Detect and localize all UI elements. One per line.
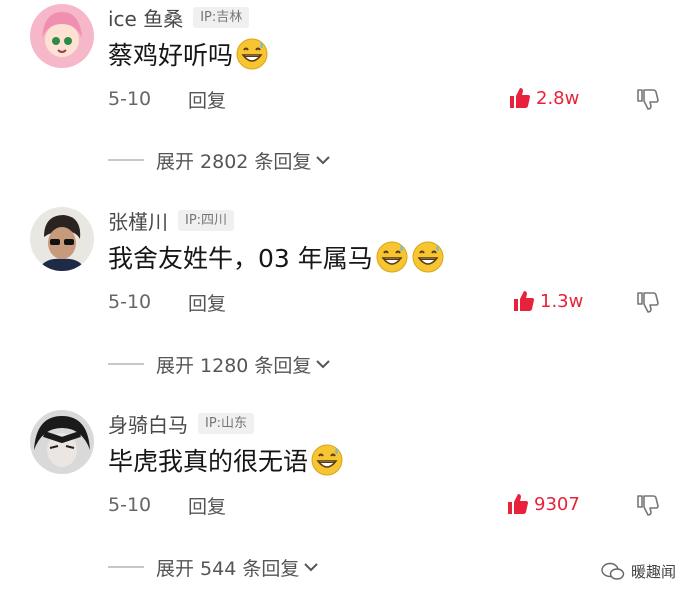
comment-item: 身骑白马 IP:山东 毕虎我真的很无语 5-10 回复 9307 展开 544 … [0,406,690,609]
chevron-down-icon [304,563,319,572]
thumbs-up-icon [510,88,530,108]
like-count: 1.3w [540,290,584,312]
comment-date: 5-10 [108,291,152,313]
thumbs-down-icon [637,292,659,313]
watermark: 暖趣闻 [601,561,676,582]
chevron-down-icon [316,360,331,369]
grinning-sweat-emoji [236,38,268,70]
expand-replies-label: 展开 2802 条回复 [156,150,312,173]
ip-location-badge: IP:四川 [178,209,235,231]
reply-button[interactable]: 回复 [188,86,226,113]
username[interactable]: 张槿川 [108,206,168,235]
dislike-button[interactable] [636,87,660,115]
like-button[interactable]: 2.8w [508,86,579,110]
ip-location-badge: IP:山东 [198,412,255,434]
grinning-sweat-emoji [412,241,444,273]
like-count: 2.8w [536,87,580,109]
expand-replies-label: 展开 544 条回复 [156,557,300,580]
expand-replies-button[interactable]: 展开 1280 条回复 [108,349,331,379]
grinning-sweat-emoji [376,241,408,273]
comment-date: 5-10 [108,88,152,110]
ip-location-badge: IP:吉林 [193,6,250,28]
reply-button[interactable]: 回复 [188,492,226,519]
chevron-down-icon [316,156,331,165]
divider-line [108,159,144,161]
grinning-sweat-emoji [311,444,343,476]
like-button[interactable]: 1.3w [512,289,583,313]
dislike-button[interactable] [636,493,660,521]
wechat-icon [601,562,625,580]
expand-replies-label: 展开 1280 条回复 [156,354,312,377]
avatar[interactable] [30,410,94,474]
watermark-text: 暖趣闻 [630,563,676,581]
expand-replies-button[interactable]: 展开 2802 条回复 [108,145,331,175]
divider-line [108,363,144,365]
thumbs-down-icon [637,89,659,110]
reply-button[interactable]: 回复 [188,289,226,316]
comment-item: ice 鱼桑 IP:吉林 蔡鸡好听吗 5-10 回复 2.8w 展开 2802 … [0,0,690,203]
comment-text: 蔡鸡好听吗 [108,41,234,70]
thumbs-up-icon [514,291,534,311]
comment-item: 张槿川 IP:四川 我舍友姓牛，03 年属马 5-10 回复 1.3w 展开 1… [0,203,690,406]
comment-text: 毕虎我真的很无语 [108,447,309,476]
dislike-button[interactable] [636,290,660,318]
like-count: 9307 [534,493,580,515]
thumbs-up-icon [508,494,528,514]
username[interactable]: 身骑白马 [108,409,188,438]
username[interactable]: ice 鱼桑 [108,3,183,32]
avatar[interactable] [30,207,94,271]
divider-line [108,566,144,568]
like-button[interactable]: 9307 [506,492,580,516]
comment-text: 我舍友姓牛，03 年属马 [108,244,373,273]
avatar[interactable] [30,4,94,68]
expand-replies-button[interactable]: 展开 544 条回复 [108,552,319,582]
comment-date: 5-10 [108,494,152,516]
thumbs-down-icon [637,495,659,516]
